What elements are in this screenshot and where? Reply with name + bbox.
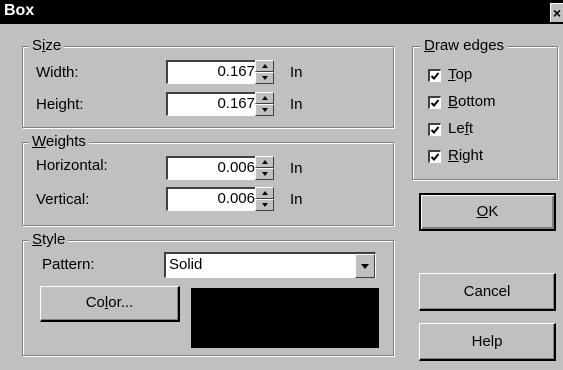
weights-group-legend: Weights <box>29 133 89 151</box>
spin-up-icon <box>262 96 268 100</box>
spin-down-icon <box>262 76 268 80</box>
horizontal-spinner[interactable] <box>255 156 274 180</box>
width-label: Width: <box>36 64 79 81</box>
pattern-dropdown-button[interactable] <box>355 254 375 278</box>
spin-up-icon <box>262 64 268 68</box>
checkbox-top-box[interactable] <box>428 69 441 82</box>
height-input[interactable]: 0.167 <box>166 92 258 116</box>
checkbox-left-label: Left <box>448 120 474 137</box>
vertical-label: Vertical: <box>36 191 90 208</box>
checkbox-bottom-label: Bottom <box>448 93 496 110</box>
box-dialog: Box × Size Width: 0.167 In Height: 0.167… <box>0 0 563 370</box>
height-spin-down-button[interactable] <box>255 104 274 116</box>
pattern-label: Pattern: <box>42 256 95 273</box>
checkbox-bottom-box[interactable] <box>428 96 441 109</box>
checkbox-left-box[interactable] <box>428 123 441 136</box>
width-unit: In <box>290 64 303 81</box>
color-swatch <box>191 288 379 348</box>
checkmark-icon <box>430 99 440 107</box>
color-button[interactable]: Color... <box>40 286 180 322</box>
checkbox-top-label: Top <box>448 66 473 83</box>
style-group-legend: Style <box>29 231 69 249</box>
vertical-unit: In <box>290 191 303 208</box>
close-button[interactable]: × <box>550 3 563 22</box>
height-spinner[interactable] <box>255 92 274 116</box>
vertical-input[interactable]: 0.006 <box>166 187 258 211</box>
title-bar[interactable]: Box × <box>0 0 563 24</box>
checkbox-right-box[interactable] <box>428 150 441 163</box>
chevron-down-icon <box>361 264 369 269</box>
checkmark-icon <box>430 126 440 134</box>
width-spin-up-button[interactable] <box>255 60 274 72</box>
close-icon: × <box>552 5 562 21</box>
spin-up-icon <box>262 160 268 164</box>
checkmark-icon <box>430 72 440 80</box>
pattern-select[interactable]: Solid <box>164 252 376 278</box>
horizontal-input[interactable]: 0.006 <box>166 156 258 180</box>
ok-button[interactable]: OK <box>419 193 556 231</box>
size-group-legend: Size <box>29 37 65 55</box>
vertical-spin-down-button[interactable] <box>255 199 274 211</box>
width-input[interactable]: 0.167 <box>166 60 258 84</box>
horizontal-unit: In <box>290 160 303 177</box>
checkmark-icon <box>430 153 440 161</box>
horizontal-spin-up-button[interactable] <box>255 156 274 168</box>
checkbox-right-label: Right <box>448 147 484 164</box>
spin-down-icon <box>262 203 268 207</box>
height-spin-up-button[interactable] <box>255 92 274 104</box>
spin-down-icon <box>262 108 268 112</box>
width-spinner[interactable] <box>255 60 274 84</box>
vertical-spinner[interactable] <box>255 187 274 211</box>
pattern-select-value: Solid <box>169 256 203 273</box>
draw-edges-legend: Draw edges <box>421 37 508 55</box>
horizontal-label: Horizontal: <box>36 157 108 174</box>
height-label: Height: <box>36 96 84 113</box>
spin-down-icon <box>262 172 268 176</box>
cancel-button[interactable]: Cancel <box>419 273 556 311</box>
horizontal-spin-down-button[interactable] <box>255 168 274 180</box>
window-title: Box <box>4 2 35 19</box>
height-unit: In <box>290 96 303 113</box>
spin-up-icon <box>262 191 268 195</box>
weights-group: Weights <box>22 133 394 226</box>
help-button[interactable]: Help <box>419 323 556 361</box>
vertical-spin-up-button[interactable] <box>255 187 274 199</box>
width-spin-down-button[interactable] <box>255 72 274 84</box>
